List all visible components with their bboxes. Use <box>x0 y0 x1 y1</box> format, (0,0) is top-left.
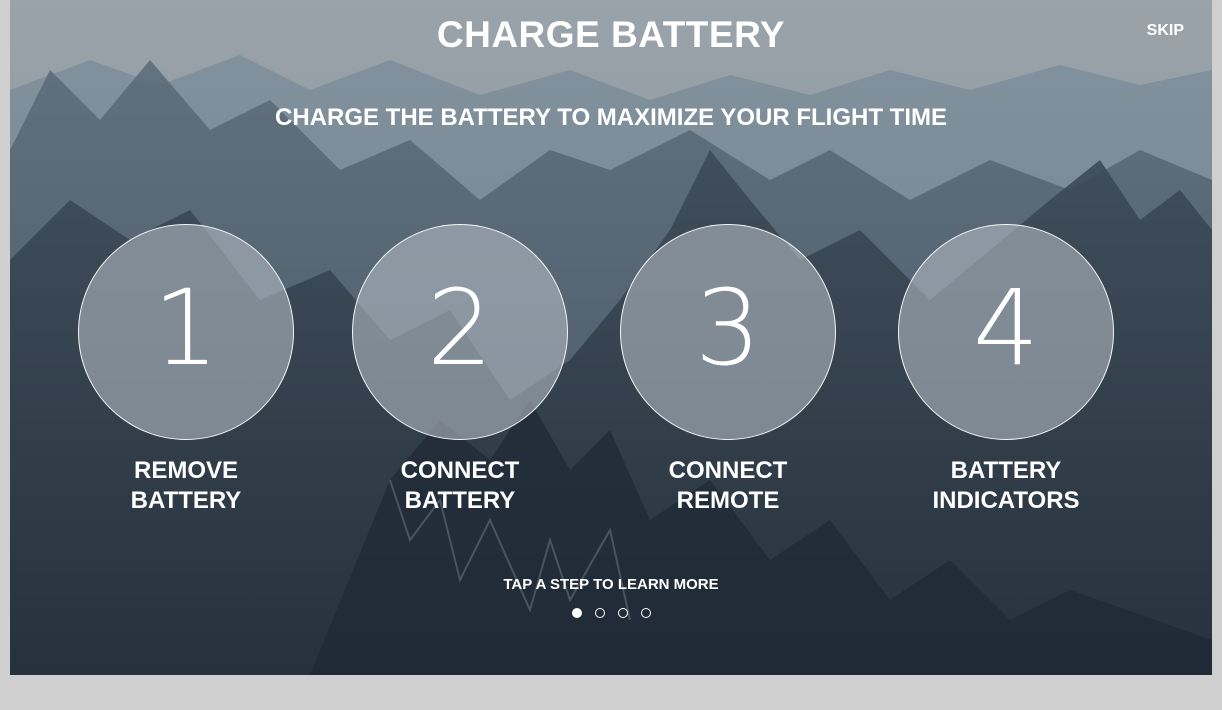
page-title: CHARGE BATTERY <box>436 14 786 55</box>
step-connect-battery[interactable]: 2 CONNECT BATTERY <box>330 224 590 516</box>
pagination-dots <box>10 608 1212 618</box>
step-label: CONNECT BATTERY <box>330 456 590 516</box>
step-label-line: CONNECT <box>668 457 788 484</box>
step-label: CONNECT REMOTE <box>598 456 858 516</box>
step-circle[interactable]: 1 <box>78 224 294 440</box>
pagination-dot[interactable] <box>617 608 628 618</box>
step-label-line: CONNECT <box>400 457 520 484</box>
step-label: REMOVE BATTERY <box>56 456 316 516</box>
hint-text: TAP A STEP TO LEARN MORE <box>503 576 719 593</box>
page-subtitle: CHARGE THE BATTERY TO MAXIMIZE YOUR FLIG… <box>274 104 947 131</box>
step-label-line: BATTERY <box>130 487 242 514</box>
step-number: 2 <box>426 267 494 389</box>
step-label: BATTERY INDICATORS <box>876 456 1136 516</box>
step-connect-remote[interactable]: 3 CONNECT REMOTE <box>598 224 858 516</box>
step-label-line: BATTERY <box>950 457 1062 484</box>
step-label-line: INDICATORS <box>932 487 1080 514</box>
step-number: 3 <box>694 267 762 389</box>
step-label-line: BATTERY <box>404 487 516 514</box>
step-label-line: REMOVE <box>133 457 238 484</box>
pagination-dot[interactable] <box>594 608 605 618</box>
skip-button[interactable]: SKIP <box>1147 22 1184 40</box>
onboarding-screen: CHARGE BATTERY SKIP CHARGE THE BATTERY T… <box>10 0 1212 675</box>
step-circle[interactable]: 4 <box>898 224 1114 440</box>
step-remove-battery[interactable]: 1 REMOVE BATTERY <box>56 224 316 516</box>
step-battery-indicators[interactable]: 4 BATTERY INDICATORS <box>876 224 1136 516</box>
pagination-dot[interactable] <box>571 608 582 618</box>
page: CHARGE BATTERY SKIP CHARGE THE BATTERY T… <box>0 0 1222 710</box>
step-number: 1 <box>152 267 220 389</box>
step-circle[interactable]: 2 <box>352 224 568 440</box>
step-label-line: REMOTE <box>676 487 780 514</box>
pagination-dot[interactable] <box>640 608 651 618</box>
step-number: 4 <box>972 267 1040 389</box>
step-circle[interactable]: 3 <box>620 224 836 440</box>
